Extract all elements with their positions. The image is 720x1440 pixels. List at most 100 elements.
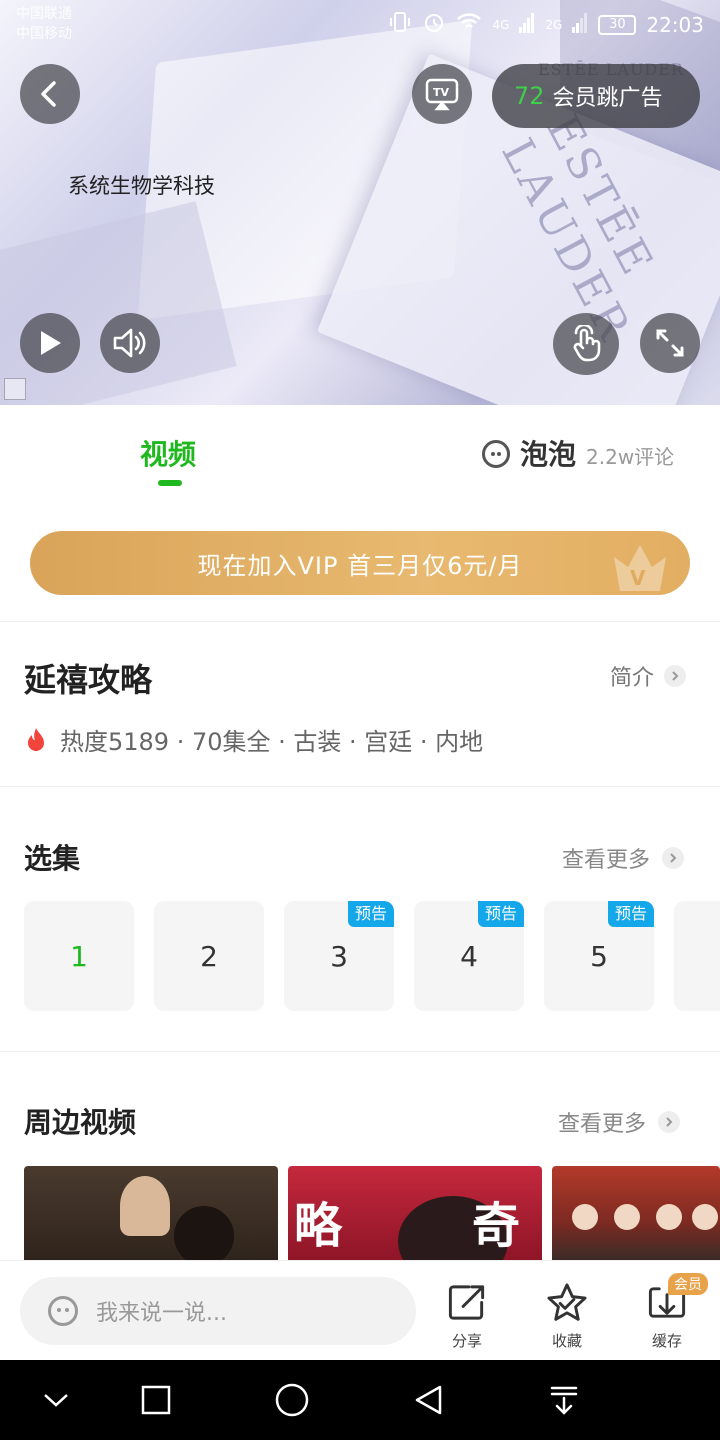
- crown-icon: V: [614, 545, 666, 591]
- related-video-thumbnail[interactable]: 略 奇: [288, 1166, 542, 1260]
- bubble-face-icon: [482, 440, 510, 468]
- show-meta: 热度5189 · 70集全 · 古装 · 宫廷 · 内地: [24, 722, 483, 757]
- emoji-face-icon: [48, 1296, 78, 1326]
- tv-cast-icon: TV: [425, 78, 459, 111]
- episode-number: 3: [330, 939, 348, 973]
- vip-banner[interactable]: 现在加入VIP 首三月仅6元/月 V: [30, 531, 690, 595]
- battery-indicator: 30: [598, 14, 637, 35]
- episode-number: 4: [460, 939, 478, 973]
- clock: 22:03: [646, 12, 704, 37]
- episodes-more-label: 查看更多: [562, 848, 651, 873]
- episode-number: 5: [590, 939, 608, 973]
- episode-number: 1: [70, 939, 88, 973]
- svg-text:V: V: [630, 566, 646, 590]
- network-type-1: 4G: [492, 17, 510, 32]
- tab-bubble-label: 泡泡: [520, 438, 577, 471]
- volume-icon: [113, 328, 146, 358]
- preview-badge: 预告: [348, 901, 394, 927]
- share-icon: [448, 1285, 485, 1320]
- alarm-icon: [422, 10, 446, 39]
- divider: [0, 786, 720, 787]
- carrier-1: 中国联通: [16, 6, 72, 22]
- related-title: 周边视频: [24, 1106, 137, 1139]
- nav-back-button[interactable]: [408, 1380, 448, 1420]
- divider: [0, 1051, 720, 1052]
- ad-graphic: [0, 201, 237, 405]
- episode-item[interactable]: 5 预告: [544, 901, 654, 1011]
- recents-button[interactable]: [136, 1380, 176, 1420]
- thumbnail-figure: [120, 1176, 170, 1236]
- show-meta-text: 热度5189 · 70集全 · 古装 · 宫廷 · 内地: [60, 728, 484, 756]
- back-button[interactable]: [20, 64, 80, 124]
- preview-badge: 预告: [608, 901, 654, 927]
- episode-item[interactable]: 2: [154, 901, 264, 1011]
- related-more-link[interactable]: 查看更多: [558, 1106, 681, 1138]
- thumbnail-figure: [174, 1206, 234, 1260]
- play-icon: [41, 331, 61, 355]
- ad-mark-icon: [4, 378, 26, 400]
- related-more-label: 查看更多: [558, 1112, 647, 1137]
- thumbnail-figure: [572, 1204, 598, 1230]
- download-button[interactable]: 缓存 会员: [632, 1273, 708, 1351]
- preview-badge: 预告: [478, 901, 524, 927]
- play-button[interactable]: [20, 313, 80, 373]
- circle-icon: [275, 1383, 309, 1417]
- comment-input[interactable]: 我来说一说...: [20, 1277, 416, 1345]
- vip-badge: 会员: [668, 1273, 708, 1295]
- fullscreen-button[interactable]: [640, 313, 700, 373]
- fire-icon: [28, 727, 44, 751]
- star-icon: [547, 1283, 587, 1321]
- touch-icon: [573, 325, 601, 362]
- intro-label: 简介: [610, 666, 655, 691]
- svg-text:TV: TV: [433, 86, 450, 99]
- skip-ad-label: 会员跳广告: [552, 86, 663, 111]
- hide-nav-button[interactable]: [36, 1380, 76, 1420]
- thumbnail-figure: [692, 1204, 718, 1230]
- status-bar: 中国联通 中国移动 4G 2G 30 22:03: [0, 0, 720, 48]
- triangle-back-icon: [415, 1385, 442, 1415]
- carrier-info: 中国联通 中国移动: [16, 4, 72, 44]
- volume-button[interactable]: [100, 313, 160, 373]
- comment-placeholder: 我来说一说...: [96, 1301, 227, 1326]
- bottom-action-bar: 我来说一说... 分享 收藏 缓存 会员: [0, 1260, 720, 1360]
- status-icons: 4G 2G 30 22:03: [388, 10, 704, 39]
- episodes-more-link[interactable]: 查看更多: [562, 842, 685, 874]
- divider: [0, 621, 720, 622]
- tv-cast-button[interactable]: TV: [412, 64, 472, 124]
- ad-caption: 系统生物学科技: [68, 174, 215, 198]
- share-button[interactable]: 分享: [432, 1281, 502, 1351]
- show-title: 延禧攻略: [24, 661, 153, 699]
- related-video-thumbnail[interactable]: [552, 1166, 720, 1260]
- square-icon: [141, 1385, 171, 1415]
- thumbnail-text: 略: [294, 1198, 343, 1254]
- signal-icon: [572, 11, 588, 38]
- video-player[interactable]: ESTĒE LAUDER ESTĒE LAUDER 中国联通 中国移动 4G: [0, 0, 720, 405]
- system-nav-bar: [0, 1360, 720, 1440]
- network-type-2: 2G: [545, 17, 563, 32]
- download-label: 缓存: [651, 1332, 682, 1350]
- episode-item[interactable]: 4 预告: [414, 901, 524, 1011]
- home-button[interactable]: [272, 1380, 312, 1420]
- tab-bubble[interactable]: 泡泡 2.2w评论: [482, 433, 674, 473]
- fullscreen-icon: [656, 329, 684, 357]
- skip-ad-button[interactable]: 72 会员跳广告: [492, 64, 700, 128]
- chevron-right-icon: [662, 847, 685, 869]
- signal-icon: [519, 11, 535, 38]
- vibrate-icon: [388, 10, 412, 39]
- episode-item[interactable]: 1: [24, 901, 134, 1011]
- episode-item-partial[interactable]: [674, 901, 720, 1011]
- notification-shade-button[interactable]: [544, 1380, 584, 1420]
- back-icon: [41, 81, 56, 107]
- content-tabs: 视频 泡泡 2.2w评论: [0, 405, 720, 500]
- favorite-button[interactable]: 收藏: [532, 1281, 602, 1351]
- gesture-button[interactable]: [553, 313, 619, 375]
- intro-link[interactable]: 简介: [610, 660, 687, 692]
- tab-active-indicator: [158, 480, 182, 486]
- favorite-label: 收藏: [551, 1332, 582, 1350]
- episode-number: 2: [200, 939, 218, 973]
- chevron-right-icon: [664, 665, 687, 687]
- related-video-thumbnail[interactable]: [24, 1166, 278, 1260]
- episode-item[interactable]: 3 预告: [284, 901, 394, 1011]
- carrier-2: 中国移动: [16, 26, 72, 42]
- tab-video[interactable]: 视频: [140, 433, 196, 473]
